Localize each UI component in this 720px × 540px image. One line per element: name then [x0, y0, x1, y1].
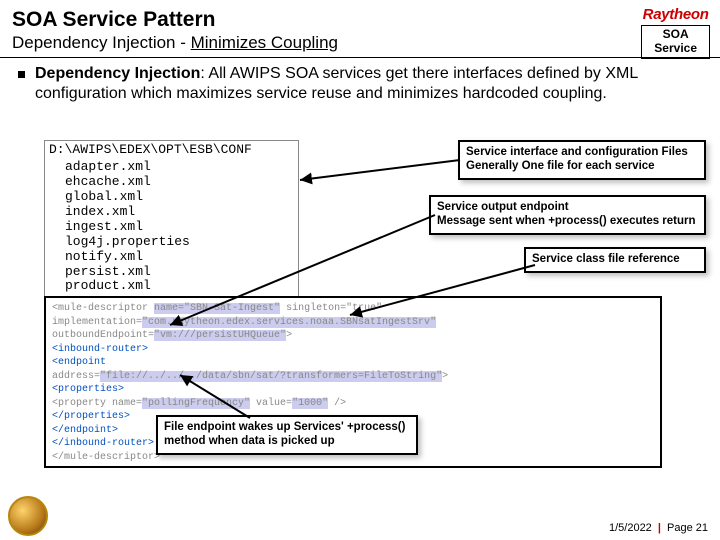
file-listing: D:\AWIPS\EDEX\OPT\ESB\CONF adapter.xml e… — [44, 140, 299, 299]
tag-box: SOA Service — [641, 25, 710, 59]
slide-header: SOA Service Pattern Dependency Injection… — [0, 0, 720, 55]
subtitle-underlined: Minimizes Coupling — [191, 33, 338, 52]
slide-body: Dependency Injection: All AWIPS SOA serv… — [0, 64, 720, 104]
callout-line: Service interface and configuration File… — [466, 146, 698, 160]
file-path: D:\AWIPS\EDEX\OPT\ESB\CONF — [45, 141, 298, 160]
callout-line: method when data is picked up — [164, 435, 410, 449]
footer-page: Page 21 — [667, 522, 708, 534]
file-item: index.xml — [65, 204, 135, 219]
seal-icon — [8, 496, 48, 536]
callout-line: Message sent when +process() executes re… — [437, 215, 698, 229]
xml-line: <property name="pollingFrequency" value=… — [52, 397, 654, 411]
tag-line2: Service — [654, 42, 697, 56]
file-item: product.xml — [65, 278, 151, 293]
xml-line: implementation="com.raytheon.edex.servic… — [52, 316, 654, 330]
slide-subtitle: Dependency Injection - Minimizes Couplin… — [12, 33, 708, 53]
header-rule — [0, 57, 720, 58]
bullet-text: Dependency Injection: All AWIPS SOA serv… — [35, 64, 702, 104]
file-item: ehcache.xml — [65, 174, 151, 189]
callout-config-files: Service interface and configuration File… — [458, 140, 706, 180]
logo-area: Raytheon SOA Service — [641, 6, 710, 59]
file-item: global.xml — [65, 189, 143, 204]
callout-file-endpoint: File endpoint wakes up Services' +proces… — [156, 415, 418, 455]
footer-divider: | — [655, 522, 664, 534]
bullet-term: Dependency Injection — [35, 65, 200, 82]
footer-date: 1/5/2022 — [609, 522, 652, 534]
xml-line: outboundEndpoint="vm:///persistUHQueue"> — [52, 329, 654, 343]
xml-line: <inbound-router> — [52, 343, 654, 357]
file-item: log4j.properties — [65, 234, 190, 249]
xml-line: <mule-descriptor name="SBN-Sat-Ingest" s… — [52, 302, 654, 316]
bullet-item: Dependency Injection: All AWIPS SOA serv… — [18, 64, 702, 104]
callout-line: Service class file reference — [532, 253, 698, 267]
tag-line1: SOA — [654, 28, 697, 42]
callout-output-endpoint: Service output endpoint Message sent whe… — [429, 195, 706, 235]
subtitle-plain: Dependency Injection - — [12, 33, 191, 52]
xml-line: address="file://../../../data/sbn/sat/?t… — [52, 370, 654, 384]
xml-line: <properties> — [52, 383, 654, 397]
callout-class-reference: Service class file reference — [524, 247, 706, 273]
file-item: ingest.xml — [65, 219, 143, 234]
xml-line: <endpoint — [52, 356, 654, 370]
callout-line: File endpoint wakes up Services' +proces… — [164, 421, 410, 435]
arrow-icon — [295, 150, 465, 190]
brand-logo: Raytheon — [641, 6, 710, 23]
file-names: adapter.xml ehcache.xml global.xml index… — [45, 160, 298, 298]
callout-line: Service output endpoint — [437, 201, 698, 215]
bullet-icon — [18, 71, 25, 78]
file-item: persist.xml — [65, 264, 151, 279]
slide-footer: 1/5/2022 | Page 21 — [609, 522, 708, 534]
callout-line: Generally One file for each service — [466, 160, 698, 174]
slide-title: SOA Service Pattern — [12, 8, 708, 32]
file-item: adapter.xml — [65, 159, 151, 174]
file-item: notify.xml — [65, 249, 143, 264]
